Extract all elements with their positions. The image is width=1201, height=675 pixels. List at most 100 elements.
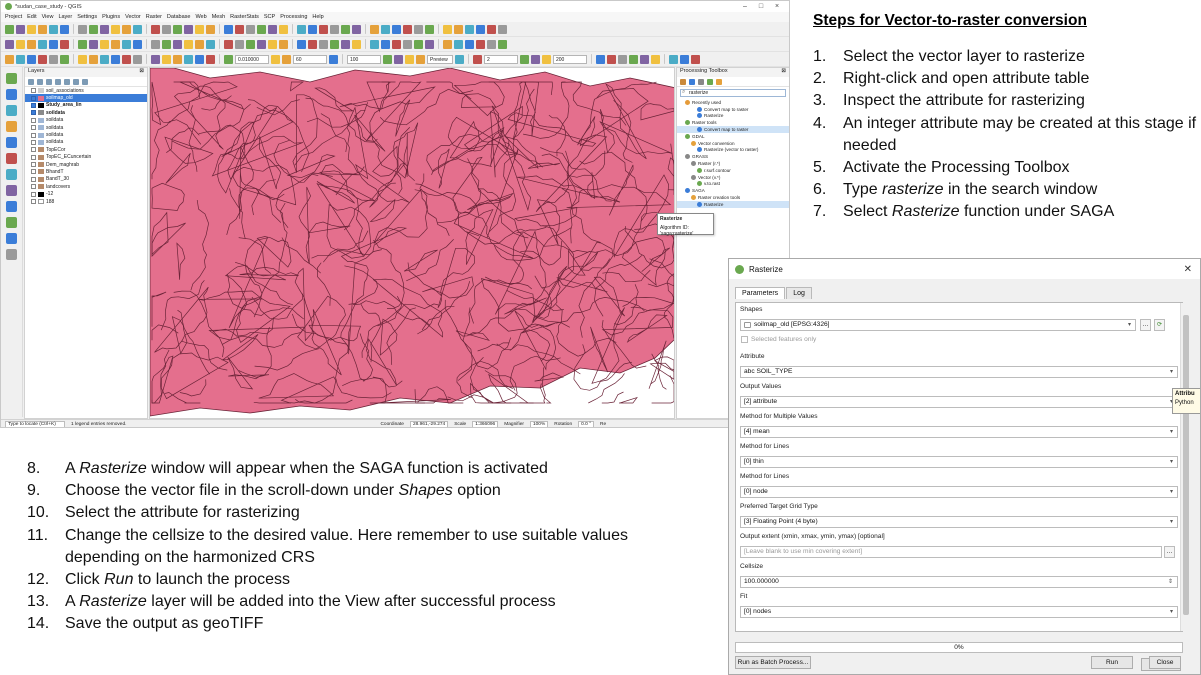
toolbar-tool-icon[interactable] [122,39,131,49]
toolbar-tool-icon[interactable] [454,24,463,34]
toolbar-tool-icon[interactable] [111,24,120,34]
toolbar-tool-icon[interactable] [151,24,160,34]
toolbar-tool-icon[interactable] [352,39,361,49]
toolbar-tool-icon[interactable] [414,39,423,49]
toolbox-tree-item[interactable]: Raster (r.*) [677,160,789,167]
add-layer-icon[interactable] [6,105,17,116]
menu-item-processing[interactable]: Processing [280,14,307,20]
menu-item-database[interactable]: Database [167,14,191,20]
menu-item-edit[interactable]: Edit [27,14,36,20]
toolbar-tool-icon[interactable] [133,54,142,64]
toolbar-tool-icon[interactable] [416,54,425,64]
cellsize-input[interactable]: 100.000000 ⇕ [740,576,1178,588]
filter-legend-icon[interactable] [55,78,61,85]
add-layer-icon[interactable] [6,169,17,180]
fit-select[interactable]: [0] nodes ▾ [740,606,1178,618]
toolbar-tool-icon[interactable] [487,24,496,34]
toolbar-tool-icon[interactable] [195,39,204,49]
render-checkbox-label[interactable]: Re [600,422,606,427]
rotation-field[interactable]: 0.0 ° [578,421,595,427]
add-layer-icon[interactable] [6,201,17,212]
layer-row[interactable]: BhandT [25,168,147,175]
toolbar-tool-icon[interactable] [235,24,244,34]
toolbar-tool-icon[interactable] [319,39,328,49]
layer-row[interactable]: soildata [25,124,147,131]
toolbox-tree-item[interactable]: GDAL [677,133,789,140]
toolbar-tool-icon[interactable] [27,54,36,64]
coordinate-field[interactable]: 28.961,-29.274 [409,421,449,427]
toolbar-tool-icon[interactable] [465,24,474,34]
toolbar-tool-icon[interactable] [607,54,616,64]
toolbar-tool-icon[interactable] [425,24,434,34]
toolbox-tree-item[interactable]: Vector conversion [677,140,789,147]
toolbar-tool-icon[interactable] [235,39,244,49]
toolbar-tool-icon[interactable] [184,39,193,49]
toolbar-value-field[interactable]: 60 [293,54,327,64]
scrollbar-thumb[interactable] [1183,315,1189,615]
preview-field[interactable]: Preview [427,54,453,64]
toolbar-value-field[interactable]: 0.010000 [235,54,269,64]
toolbar-tool-icon[interactable] [111,39,120,49]
menu-item-web[interactable]: Web [195,14,206,20]
results-icon[interactable] [707,78,713,85]
layer-row[interactable]: soildata [25,117,147,124]
tab-parameters[interactable]: Parameters [735,287,786,299]
toolbar-tool-icon[interactable] [341,24,350,34]
lines-method-2-select[interactable]: [0] node ▾ [740,486,1178,498]
toolbar-tool-icon[interactable] [100,39,109,49]
run-batch-button[interactable]: Run as Batch Process... [735,656,811,669]
toolbar-tool-icon[interactable] [279,39,288,49]
toolbar-tool-icon[interactable] [308,39,317,49]
toolbar-tool-icon[interactable] [5,39,14,49]
toolbar-tool-icon[interactable] [487,39,496,49]
menu-item-vector[interactable]: Vector [125,14,141,20]
toolbar-tool-icon[interactable] [206,24,215,34]
toolbar-tool-icon[interactable] [173,39,182,49]
multiple-values-select[interactable]: [4] mean ▾ [740,426,1178,438]
toolbar-tool-icon[interactable] [425,39,434,49]
toolbar-tool-icon[interactable] [206,54,215,64]
toolbox-tree-item[interactable]: Rasterize (vector to raster) [677,147,789,154]
toolbar-tool-icon[interactable] [5,24,14,34]
toolbar-tool-icon[interactable] [173,54,182,64]
menu-item-view[interactable]: View [42,14,54,20]
toolbar-tool-icon[interactable] [271,54,280,64]
toolbox-tree-item[interactable]: Recently used [677,99,789,106]
toolbar-tool-icon[interactable] [206,39,215,49]
iterate-icon[interactable]: ⟳ [1154,319,1165,331]
layer-row[interactable]: 188 [25,198,147,205]
layer-visibility-checkbox[interactable] [31,117,36,123]
toolbar-tool-icon[interactable] [27,39,36,49]
layer-row[interactable]: soildata [25,139,147,146]
extent-menu-button[interactable]: … [1164,546,1175,558]
add-group-icon[interactable] [37,78,43,85]
toolbox-tree-item[interactable]: Rasterize [677,200,789,208]
toolbar-tool-icon[interactable] [100,24,109,34]
toolbar-tool-icon[interactable] [38,24,47,34]
layer-row[interactable]: Dem_maghrab [25,161,147,168]
toolbar-value-field[interactable]: 100 [347,54,381,64]
layer-visibility-checkbox[interactable] [31,199,36,205]
toolbar-tool-icon[interactable] [195,54,204,64]
collapse-all-icon[interactable] [73,78,79,85]
layer-visibility-checkbox[interactable] [31,176,36,182]
toolbar-tool-icon[interactable] [542,54,551,64]
toolbox-tree-item[interactable]: Raster creation tools [677,194,789,201]
add-layer-icon[interactable] [6,73,17,84]
toolbar-tool-icon[interactable] [122,54,131,64]
history-icon[interactable] [698,78,704,85]
add-layer-icon[interactable] [6,185,17,196]
toolbar-tool-icon[interactable] [370,24,379,34]
add-layer-icon[interactable] [6,249,17,260]
toolbar-tool-icon[interactable] [49,39,58,49]
expand-all-icon[interactable] [64,78,70,85]
add-layer-icon[interactable] [6,153,17,164]
layer-row[interactable]: soildata [25,131,147,138]
toolbar-tool-icon[interactable] [89,39,98,49]
layer-visibility-checkbox[interactable] [31,102,36,108]
toolbar-tool-icon[interactable] [618,54,627,64]
open-layer-styling-icon[interactable] [28,78,34,85]
toolbar-tool-icon[interactable] [224,24,233,34]
toolbox-tree-item[interactable]: Rasterize [677,113,789,120]
layer-visibility-checkbox[interactable] [31,139,36,145]
